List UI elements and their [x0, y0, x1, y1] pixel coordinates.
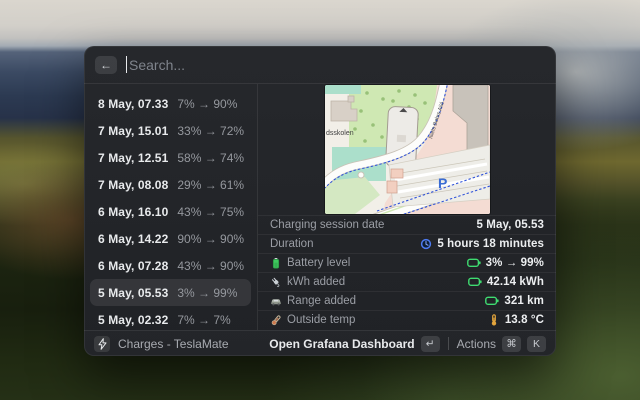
range-added-value-text: 321 km — [504, 295, 544, 307]
battery-outline-icon — [467, 258, 481, 268]
session-date: 7 May, 12.51 — [98, 151, 168, 165]
metadata-label: Outside temp — [270, 314, 355, 326]
metadata-row: Duration 5 hours 18 minutes — [258, 234, 556, 253]
session-date: 6 May, 14.22 — [98, 232, 168, 246]
outside-temp-value-text: 13.8 °C — [505, 314, 544, 326]
list-item[interactable]: 7 May, 15.01 33% → 72% — [90, 117, 251, 144]
back-button[interactable]: ← — [95, 56, 117, 74]
battery-outline-icon — [468, 277, 482, 287]
session-date: 5 May, 05.53 — [98, 286, 168, 300]
session-date: 7 May, 15.01 — [98, 124, 168, 138]
session-metadata: Charging session date 5 May, 05.53 Durat… — [258, 215, 556, 329]
return-key: ↵ — [421, 336, 440, 352]
session-date: 6 May, 16.10 — [98, 205, 168, 219]
detail-panel: dsskolen Niels Bohrs Allé P Charging ses… — [258, 84, 556, 330]
extension-badge — [94, 336, 110, 352]
extension-name: Charges - TeslaMate — [118, 337, 229, 351]
thermometer-icon — [270, 314, 282, 326]
metadata-row: Outside temp 13.8 °C — [258, 310, 556, 329]
metadata-label: kWh added — [270, 276, 345, 288]
map-pitch — [325, 85, 361, 94]
metadata-value: 5 May, 05.53 — [477, 219, 544, 231]
search-bar: ← — [84, 46, 556, 84]
metadata-value: 3% → 99% — [467, 257, 544, 269]
metadata-row: kWh added 42.14 kWh — [258, 272, 556, 291]
clock-icon — [420, 238, 432, 250]
session-charge-range: 3% → 99% — [177, 286, 237, 300]
session-date: 8 May, 07.33 — [98, 97, 168, 111]
session-charge-range: 33% → 72% — [177, 124, 244, 138]
footer-divider — [448, 337, 449, 350]
battery-outline-icon — [485, 296, 499, 306]
list-item[interactable]: 5 May, 02.32 7% → 7% — [90, 306, 251, 333]
lightning-bolt-icon — [98, 338, 107, 350]
charge-session-list: 8 May, 07.33 7% → 90% 7 May, 15.01 33% →… — [84, 84, 258, 330]
content-area: 8 May, 07.33 7% → 90% 7 May, 15.01 33% →… — [84, 84, 556, 330]
session-charge-range: 43% → 90% — [177, 259, 244, 273]
map-parking-label: P — [438, 175, 447, 191]
list-item[interactable]: 6 May, 14.22 90% → 90% — [90, 225, 251, 252]
actions-label: Actions — [457, 337, 496, 351]
map-school-label: dsskolen — [326, 130, 354, 137]
session-charge-range: 43% → 75% — [177, 205, 244, 219]
metadata-label: Charging session date — [270, 219, 384, 231]
metadata-label: Battery level — [270, 257, 350, 269]
command-key: ⌘ — [502, 336, 521, 352]
battery-level-label-text: Battery level — [287, 257, 350, 269]
back-arrow-icon: ← — [100, 58, 112, 72]
primary-action-label: Open Grafana Dashboard — [269, 337, 414, 351]
action-bar: Charges - TeslaMate Open Grafana Dashboa… — [84, 330, 556, 356]
metadata-value: 321 km — [485, 295, 544, 307]
metadata-row: Range added 321 km — [258, 291, 556, 310]
list-item[interactable]: 6 May, 07.28 43% → 90% — [90, 252, 251, 279]
search-input[interactable] — [127, 57, 545, 73]
thermometer-orange-icon — [488, 314, 500, 326]
session-charge-range: 29% → 61% — [177, 178, 244, 192]
duration-text: 5 hours 18 minutes — [437, 238, 544, 250]
car-icon — [270, 295, 282, 307]
kwh-added-value-text: 42.14 kWh — [487, 276, 544, 288]
session-charge-range: 90% → 90% — [177, 232, 244, 246]
session-date: 5 May, 02.32 — [98, 313, 168, 327]
open-grafana-dashboard-button[interactable]: Open Grafana Dashboard ↵ — [269, 336, 439, 352]
battery-icon — [270, 257, 282, 269]
list-item[interactable]: 7 May, 08.08 29% → 61% — [90, 171, 251, 198]
battery-level-value-text: 3% → 99% — [486, 257, 544, 269]
session-charge-range: 7% → 90% — [177, 97, 237, 111]
session-date: 7 May, 08.08 — [98, 178, 168, 192]
plug-icon — [270, 276, 282, 288]
metadata-row: Battery level 3% → 99% — [258, 253, 556, 272]
k-key: K — [527, 336, 546, 352]
actions-menu-button[interactable]: Actions ⌘ K — [457, 336, 546, 352]
metadata-value: 42.14 kWh — [468, 276, 544, 288]
metadata-value: 13.8 °C — [488, 314, 544, 326]
raycast-window: ← 8 May, 07.33 7% → 90% 7 May, 15.01 33%… — [84, 46, 556, 356]
metadata-label: Duration — [270, 238, 313, 250]
session-charge-range: 58% → 74% — [177, 151, 244, 165]
metadata-label: Range added — [270, 295, 356, 307]
outside-temp-label-text: Outside temp — [287, 314, 355, 326]
range-added-label-text: Range added — [287, 295, 356, 307]
charging-location-map: dsskolen Niels Bohrs Allé P — [325, 85, 490, 214]
kwh-added-label-text: kWh added — [287, 276, 345, 288]
list-item[interactable]: 8 May, 07.33 7% → 90% — [90, 90, 251, 117]
list-item[interactable]: 7 May, 12.51 58% → 74% — [90, 144, 251, 171]
metadata-value: 5 hours 18 minutes — [420, 238, 544, 250]
session-charge-range: 7% → 7% — [177, 313, 230, 327]
session-date: 6 May, 07.28 — [98, 259, 168, 273]
list-item-selected[interactable]: 5 May, 05.53 3% → 99% — [90, 279, 251, 306]
list-item[interactable]: 6 May, 16.10 43% → 75% — [90, 198, 251, 225]
metadata-row: Charging session date 5 May, 05.53 — [258, 215, 556, 234]
